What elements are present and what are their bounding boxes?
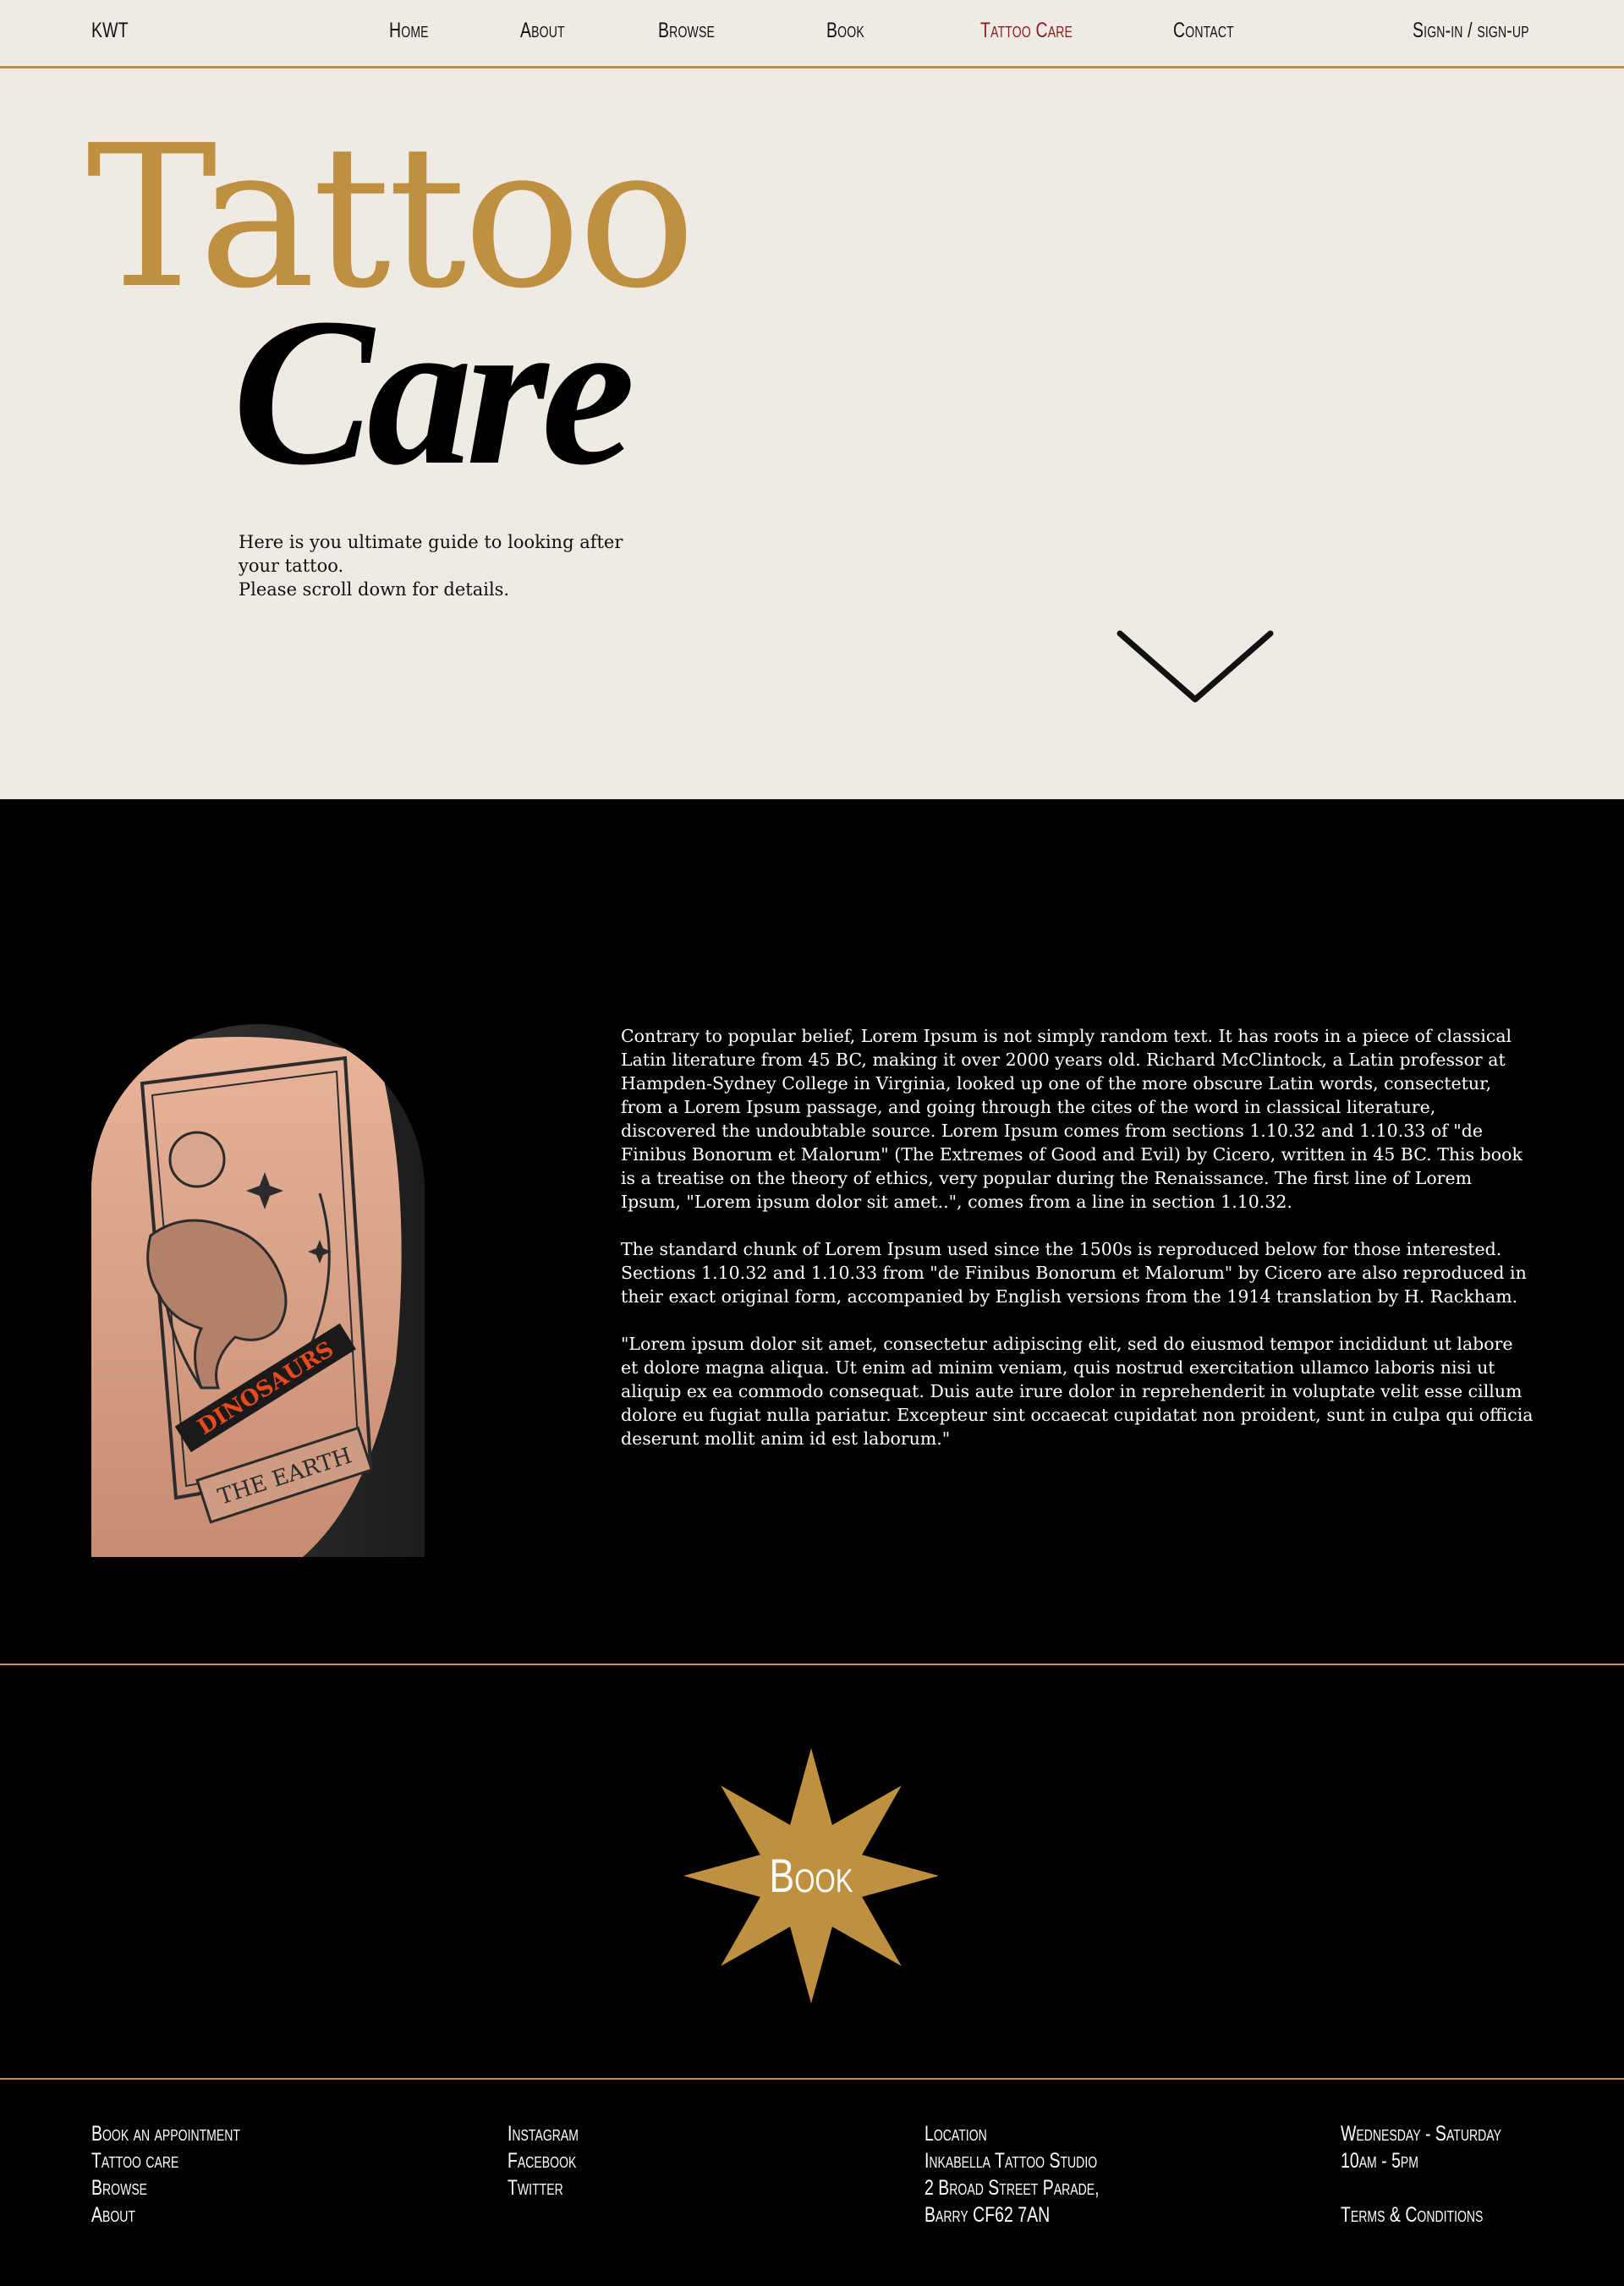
star-icon[interactable]: [683, 1748, 939, 2004]
nav-browse[interactable]: Browse: [658, 19, 715, 43]
footer-instagram-link[interactable]: Instagram: [508, 2120, 579, 2147]
care-paragraph: Contrary to popular belief, Lorem Ipsum …: [621, 1026, 1522, 1212]
logo[interactable]: KWT: [91, 19, 129, 43]
nav-contact[interactable]: Contact: [1173, 19, 1234, 43]
footer-address-line: 2 Broad Street Parade,: [924, 2176, 1100, 2200]
chevron-down-icon[interactable]: [1116, 627, 1274, 711]
book-cta-section: Book: [0, 1664, 1624, 2080]
nav-home[interactable]: Home: [389, 19, 429, 43]
footer-days: Wednesday - Saturday: [1341, 2122, 1501, 2146]
footer-about-link[interactable]: About: [91, 2201, 240, 2228]
hero-title-care: Care: [233, 275, 635, 509]
hero-subtitle-line-1: Here is you ultimate guide to looking af…: [239, 532, 623, 576]
footer-times: 10am - 5pm: [1341, 2149, 1418, 2173]
site-header: KWT Home About Browse Book Tattoo Care C…: [0, 0, 1624, 69]
footer-studio-name: Inkabella Tattoo Studio: [924, 2149, 1098, 2173]
signin-link[interactable]: Sign-in / sign-up: [1413, 19, 1529, 43]
footer-tattoo-care-link[interactable]: Tattoo care: [91, 2147, 240, 2174]
footer-location-heading: Location: [924, 2122, 987, 2146]
care-body-text: Contrary to popular belief, Lorem Ipsum …: [621, 1024, 1534, 1474]
footer-hours: Wednesday - Saturday 10am - 5pm Terms & …: [1341, 2120, 1547, 2228]
nav-tattoo-care[interactable]: Tattoo Care: [980, 19, 1073, 43]
footer-address-line: Barry CF62 7AN: [924, 2203, 1051, 2227]
footer-facebook-link[interactable]: Facebook: [508, 2147, 579, 2174]
nav-book[interactable]: Book: [826, 19, 864, 43]
footer-twitter-link[interactable]: Twitter: [508, 2174, 579, 2201]
hero-section: Tattoo Care Here is you ultimate guide t…: [0, 69, 1624, 799]
site-footer: Book an appointment Tattoo care Browse A…: [0, 2080, 1624, 2286]
tattoo-photo: DINOSAURS THE EARTH: [91, 1024, 425, 1557]
care-content-section: DINOSAURS THE EARTH Contrary to popular …: [0, 799, 1624, 1664]
nav-about[interactable]: About: [520, 19, 565, 43]
footer-terms-link[interactable]: Terms & Conditions: [1341, 2201, 1501, 2228]
footer-book-link[interactable]: Book an appointment: [91, 2120, 240, 2147]
footer-links: Book an appointment Tattoo care Browse A…: [91, 2120, 283, 2228]
hero-subtitle-line-2: Please scroll down for details.: [239, 579, 510, 600]
footer-location: Location Inkabella Tattoo Studio 2 Broad…: [924, 2120, 1149, 2228]
footer-browse-link[interactable]: Browse: [91, 2174, 240, 2201]
hero-subtitle: Here is you ultimate guide to looking af…: [239, 530, 636, 601]
care-paragraph: The standard chunk of Lorem Ipsum used s…: [621, 1239, 1527, 1307]
care-paragraph: "Lorem ipsum dolor sit amet, consectetur…: [621, 1334, 1533, 1449]
footer-social: Instagram Facebook Twitter: [508, 2120, 599, 2201]
